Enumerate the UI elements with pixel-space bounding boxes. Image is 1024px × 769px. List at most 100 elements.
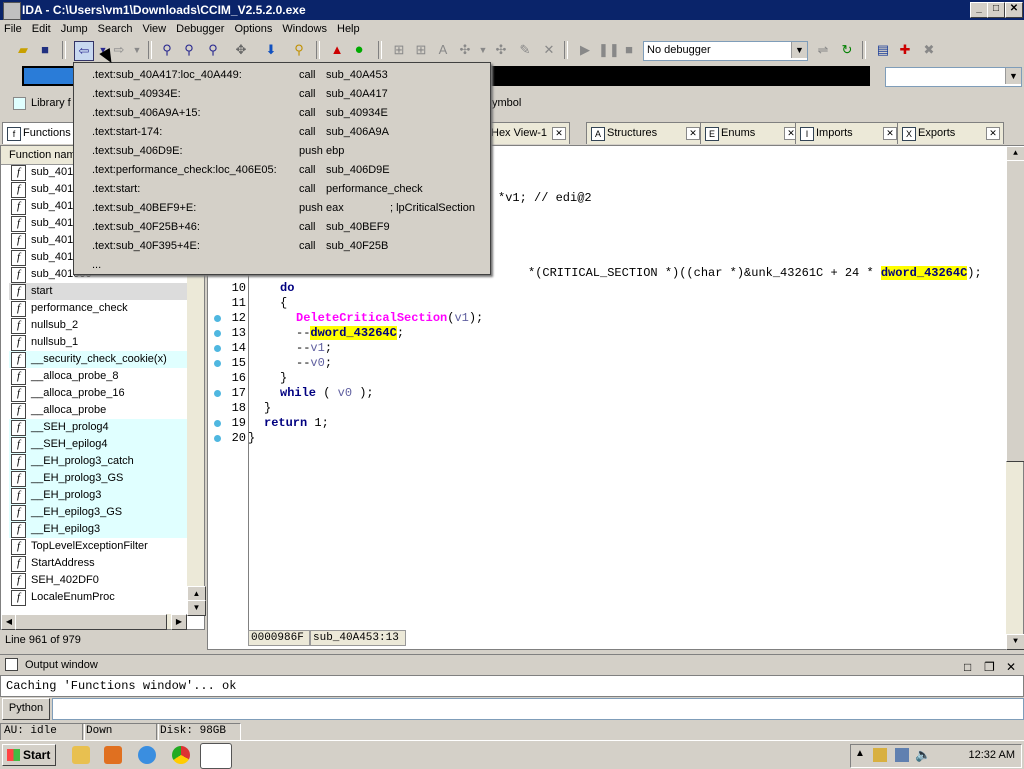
- scroll-thumb[interactable]: [1006, 160, 1024, 462]
- code-line-10[interactable]: do: [280, 281, 294, 296]
- menu-edit[interactable]: Edit: [28, 20, 57, 38]
- history-entry[interactable]: .text:sub_40934E: call sub_40A417: [74, 85, 492, 104]
- volume-icon[interactable]: 🔈: [915, 747, 931, 763]
- internet-explorer-icon[interactable]: [138, 746, 156, 764]
- graph-icon[interactable]: ▤: [874, 41, 892, 59]
- history-entry[interactable]: .text:performance_check:loc_406E05: call s…: [74, 161, 492, 180]
- history-entry[interactable]: .text:sub_406A9A+15: call sub_40934E: [74, 104, 492, 123]
- start-button[interactable]: Start: [2, 744, 56, 766]
- tab-exports[interactable]: X Exports ✕: [897, 122, 1004, 144]
- string-icon[interactable]: A: [434, 41, 452, 59]
- python-button[interactable]: Python: [2, 698, 50, 720]
- function-list-item[interactable]: f __security_check_cookie(x): [9, 351, 187, 368]
- code-line-9[interactable]: *(CRITICAL_SECTION *)((char *)&unk_43261…: [528, 266, 982, 281]
- green-circle-icon[interactable]: ●: [350, 41, 368, 59]
- clock[interactable]: 12:32 AM: [969, 745, 1015, 765]
- pause-icon[interactable]: ❚❚: [598, 41, 620, 59]
- function-list-item[interactable]: f __alloca_probe: [9, 402, 187, 419]
- tab-hex-view[interactable]: Hex View-1 ✕: [488, 122, 570, 144]
- show-hidden-icons-icon[interactable]: ▲: [855, 748, 865, 759]
- stop-icon[interactable]: ■: [620, 41, 638, 59]
- menu-windows[interactable]: Windows: [278, 20, 333, 38]
- delete-x-icon[interactable]: ✕: [540, 41, 558, 59]
- close-icon[interactable]: ✕: [986, 127, 1000, 140]
- history-entry[interactable]: .text:start-174: call sub_406A9A: [74, 123, 492, 142]
- function-list-item[interactable]: f TopLevelExceptionFilter: [9, 538, 187, 555]
- code-line-17[interactable]: while ( v0 );: [280, 386, 374, 401]
- attach-icon[interactable]: ⇌: [814, 41, 832, 59]
- search-text-icon[interactable]: ⚲: [180, 41, 198, 59]
- function-list-item[interactable]: f __EH_prolog3: [9, 487, 187, 504]
- code-vertical-scrollbar[interactable]: ▲ ▼: [1006, 146, 1024, 650]
- function-list-item[interactable]: f __SEH_prolog4: [9, 419, 187, 436]
- history-entry[interactable]: .text:sub_40A417:loc_40A449: call sub_40A4…: [74, 66, 492, 85]
- history-entry[interactable]: .text:sub_406D9E: push ebp: [74, 142, 492, 161]
- function-list-item[interactable]: f start: [9, 283, 187, 300]
- tools-icon[interactable]: ✎: [516, 41, 534, 59]
- refresh-icon[interactable]: ↻: [838, 41, 856, 59]
- variable[interactable]: v1: [454, 311, 468, 325]
- function-list-item[interactable]: f __EH_epilog3: [9, 521, 187, 538]
- back-arrow-icon[interactable]: ⇦: [74, 41, 94, 61]
- maximize-button[interactable]: □: [987, 2, 1005, 18]
- highlighted-identifier[interactable]: dword_43264C: [880, 266, 968, 280]
- chevron-down-icon[interactable]: ▼: [1005, 68, 1021, 84]
- variable[interactable]: v1: [310, 341, 324, 355]
- chevron-down-icon[interactable]: ▼: [791, 42, 807, 58]
- array-dropdown-icon[interactable]: ▼: [474, 41, 492, 59]
- code-line-partial[interactable]: *v1; // edi@2: [498, 191, 592, 206]
- variable[interactable]: v0: [338, 386, 352, 400]
- function-list-item[interactable]: f __alloca_probe_16: [9, 385, 187, 402]
- segment-select[interactable]: ▼: [885, 67, 1022, 87]
- code-line-19[interactable]: return 1;: [264, 416, 329, 431]
- save-icon[interactable]: ■: [36, 41, 54, 59]
- functions-horizontal-scrollbar[interactable]: ◀ ▶: [1, 614, 187, 630]
- open-folder-icon[interactable]: ▰: [14, 41, 32, 59]
- close-button[interactable]: ✕: [1005, 2, 1023, 18]
- tab-structures[interactable]: A Structures ✕: [586, 122, 704, 144]
- network-icon[interactable]: [895, 748, 909, 762]
- menu-options[interactable]: Options: [230, 20, 278, 38]
- code-line-14[interactable]: --v1;: [296, 341, 332, 356]
- struct-icon[interactable]: ⊞: [412, 41, 430, 59]
- variable[interactable]: v0: [310, 356, 324, 370]
- command-input[interactable]: [52, 698, 1024, 720]
- menu-debugger[interactable]: Debugger: [172, 20, 230, 38]
- search-binary-icon[interactable]: ⚲: [204, 41, 222, 59]
- ida-taskbar-button[interactable]: [200, 743, 232, 769]
- minimize-button[interactable]: _: [970, 2, 988, 18]
- menu-help[interactable]: Help: [333, 20, 366, 38]
- menu-file[interactable]: File: [0, 20, 28, 38]
- binoculars-icon[interactable]: ⚲: [158, 41, 176, 59]
- down-arrow-icon[interactable]: ⬇: [262, 41, 280, 59]
- function-list-item[interactable]: f LocaleEnumProc: [9, 589, 187, 606]
- menu-view[interactable]: View: [138, 20, 172, 38]
- function-list-item[interactable]: f performance_check: [9, 300, 187, 317]
- explorer-icon[interactable]: [72, 746, 90, 764]
- scroll-right-arrow-icon[interactable]: ▶: [171, 614, 187, 630]
- code-line-16[interactable]: }: [280, 371, 287, 386]
- play-icon[interactable]: ▶: [576, 41, 594, 59]
- code-line-18[interactable]: }: [264, 401, 271, 416]
- menu-jump[interactable]: Jump: [57, 20, 94, 38]
- restore-icon[interactable]: □: [964, 657, 971, 677]
- close-icon[interactable]: ✕: [883, 127, 897, 140]
- history-entry[interactable]: .text:start: call performance_check: [74, 180, 492, 199]
- close-icon[interactable]: ✕: [1006, 657, 1016, 677]
- code-line-15[interactable]: --v0;: [296, 356, 332, 371]
- code-line-11[interactable]: {: [280, 296, 287, 311]
- media-player-icon[interactable]: [104, 746, 122, 764]
- chrome-icon[interactable]: [172, 746, 190, 764]
- close-icon[interactable]: ✕: [686, 127, 700, 140]
- code-line-20[interactable]: }: [248, 431, 255, 446]
- data-icon[interactable]: ⊞: [390, 41, 408, 59]
- undefine-icon[interactable]: ✣: [492, 41, 510, 59]
- function-list-item[interactable]: f __alloca_probe_8: [9, 368, 187, 385]
- breakpoint-icon[interactable]: ✚: [896, 41, 914, 59]
- warning-triangle-icon[interactable]: ▲: [328, 41, 346, 59]
- maximize-icon[interactable]: ❐: [984, 657, 995, 677]
- jump-icon[interactable]: ✥: [232, 41, 250, 59]
- function-list-item[interactable]: f __SEH_epilog4: [9, 436, 187, 453]
- history-entry[interactable]: .text:sub_40BEF9+E: push eax ; lpCriticalSe…: [74, 199, 492, 218]
- action-center-icon[interactable]: [873, 748, 887, 762]
